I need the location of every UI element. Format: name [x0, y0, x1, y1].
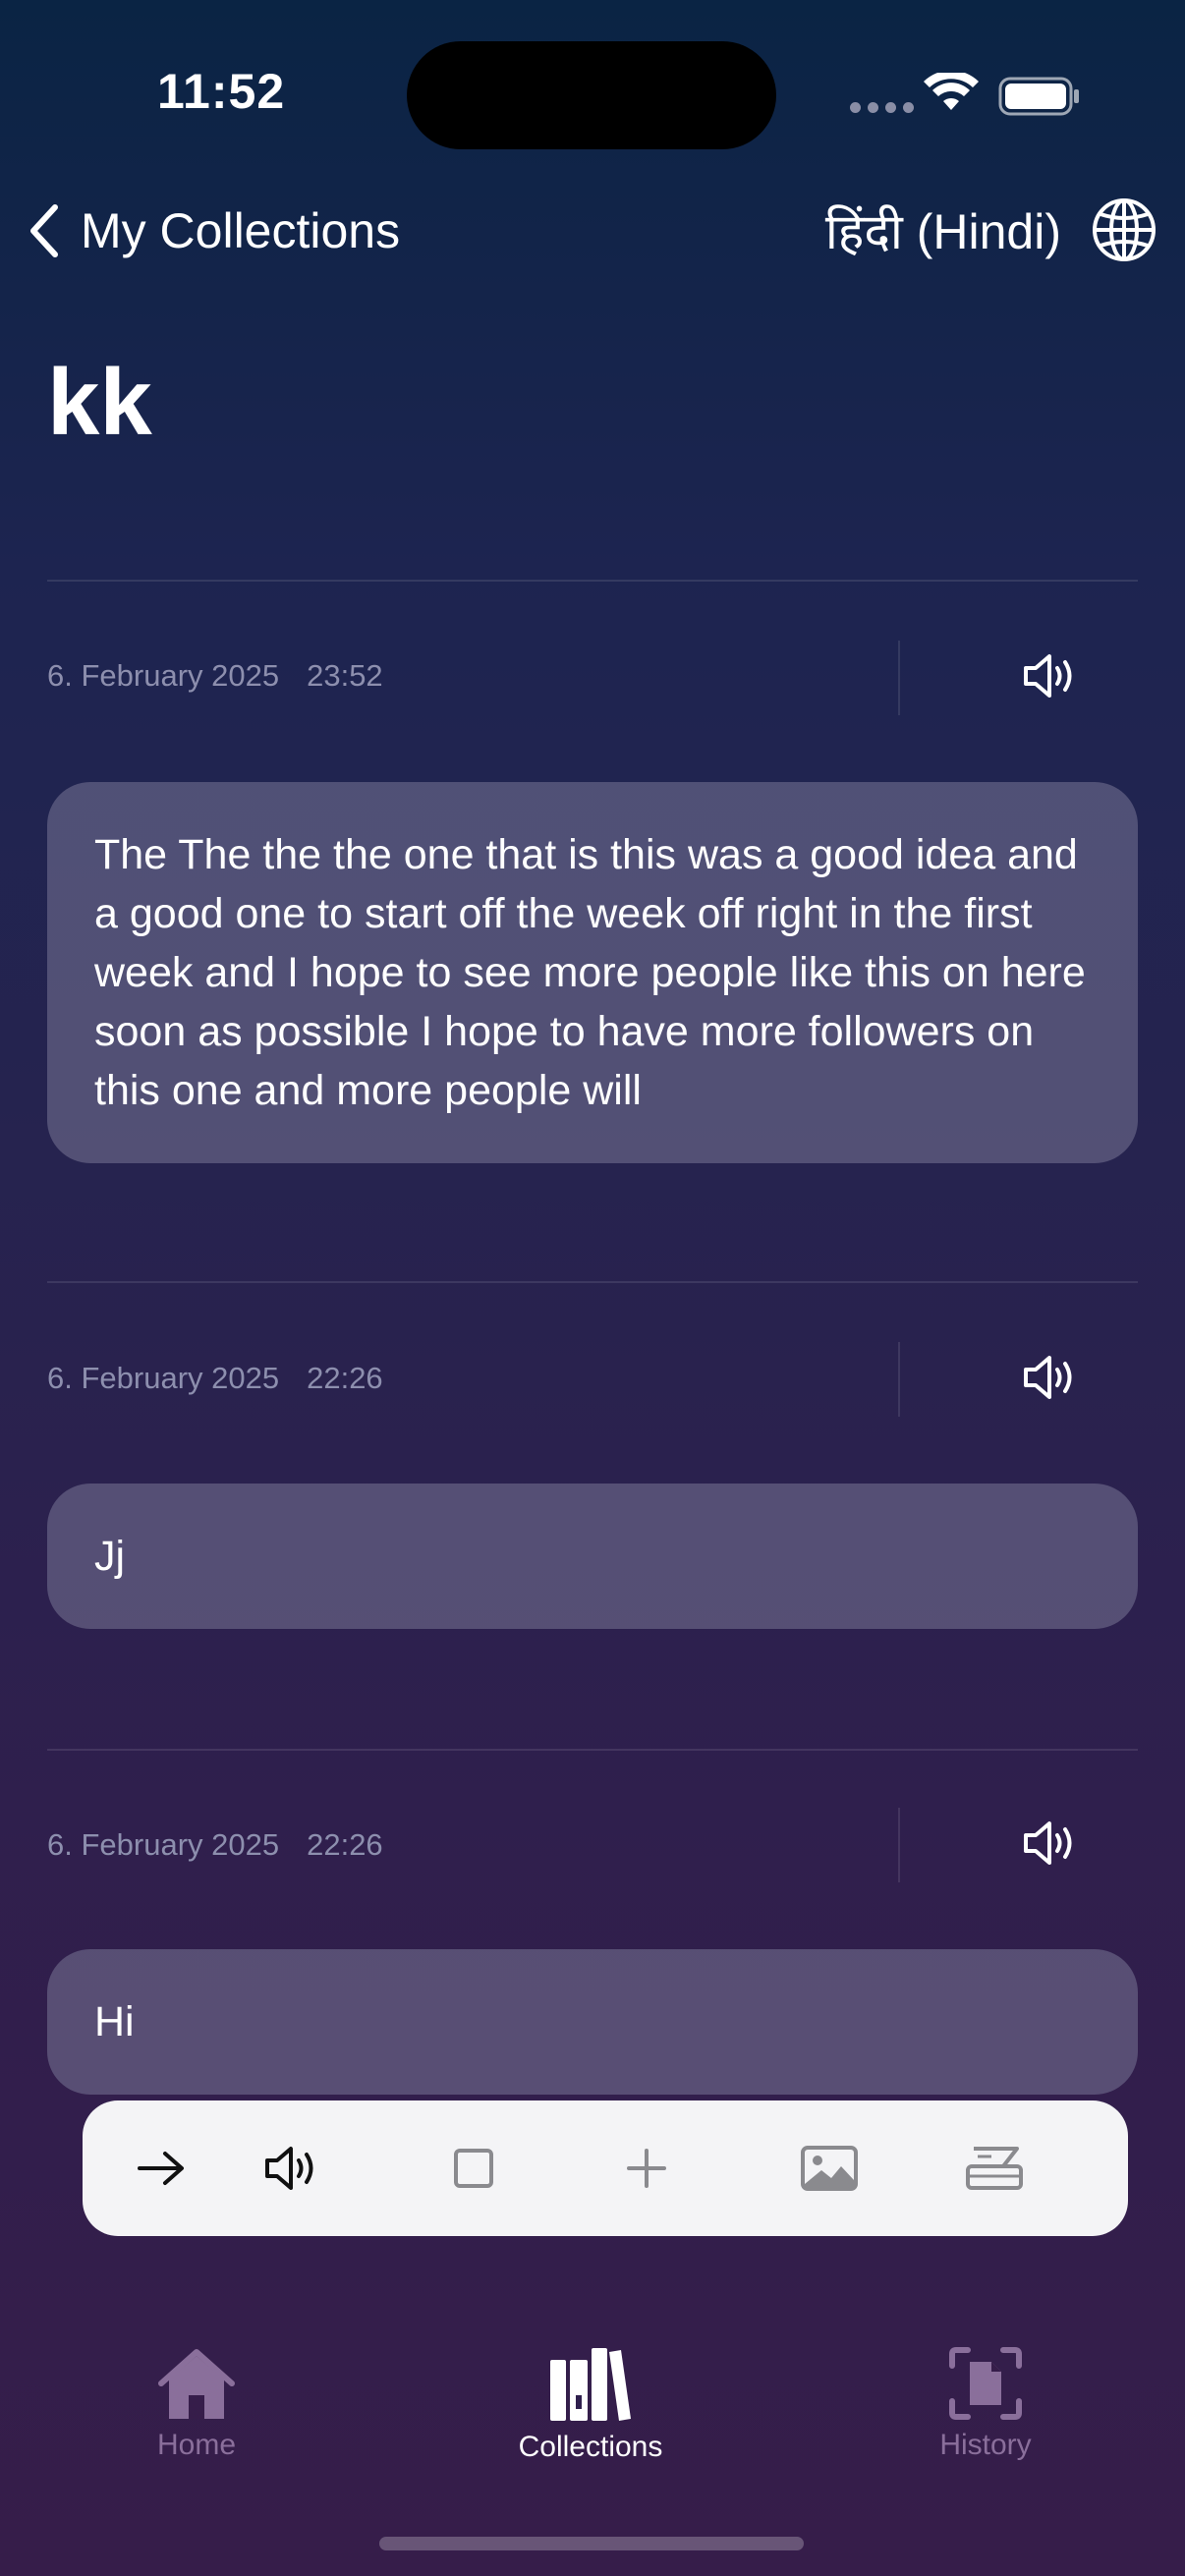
house-icon: [158, 2349, 235, 2419]
entry-meta: 6. February 2025 23:52: [47, 658, 383, 694]
scanner-icon[interactable]: [955, 2100, 1034, 2236]
globe-icon: [1093, 198, 1156, 261]
entry-time: 22:26: [307, 1827, 383, 1862]
tab-home[interactable]: Home: [79, 2346, 314, 2462]
meta-separator: [898, 641, 900, 715]
wifi-icon: [924, 70, 979, 117]
speaker-icon[interactable]: [1022, 1818, 1081, 1874]
entry-time: 23:52: [307, 658, 383, 693]
cellular-signal-icon: [850, 102, 914, 113]
entry-divider: [47, 1281, 1138, 1283]
doc-scan-icon: [949, 2347, 1022, 2420]
entry-divider: [47, 1749, 1138, 1751]
speaker-icon[interactable]: [1022, 1352, 1081, 1408]
tab-collections[interactable]: Collections: [473, 2346, 708, 2464]
language-selector[interactable]: हिंदी (Hindi): [825, 195, 1157, 265]
entry-time: 22:26: [307, 1361, 383, 1395]
tab-history-label: History: [939, 2429, 1032, 2461]
entry-meta: 6. February 2025 22:26: [47, 1827, 383, 1863]
entry-meta: 6. February 2025 22:26: [47, 1361, 383, 1396]
entry-text: Hi: [94, 1998, 135, 2045]
plus-icon[interactable]: [607, 2100, 686, 2236]
speaker-icon[interactable]: [1022, 650, 1081, 706]
tab-collections-label: Collections: [518, 2431, 663, 2463]
entry-date: 6. February 2025: [47, 658, 280, 693]
entry-text-bubble[interactable]: Hi: [47, 1949, 1138, 2095]
chevron-left-icon: [30, 204, 58, 257]
arrow-right-icon[interactable]: [122, 2100, 200, 2236]
dynamic-island: [407, 41, 776, 149]
square-icon[interactable]: [434, 2100, 513, 2236]
books-icon: [550, 2348, 631, 2421]
language-label: हिंदी (Hindi): [824, 204, 1061, 259]
image-icon[interactable]: [790, 2100, 869, 2236]
entry-text-bubble[interactable]: The The the the one that is this was a g…: [47, 782, 1138, 1163]
entry-text: The The the the one that is this was a g…: [94, 831, 1086, 1114]
meta-separator: [898, 1342, 900, 1417]
status-time: 11:52: [157, 64, 286, 119]
back-button[interactable]: My Collections: [24, 196, 400, 265]
home-indicator[interactable]: [379, 2537, 804, 2550]
entry-text-bubble[interactable]: Jj: [47, 1484, 1138, 1629]
action-toolbar: [83, 2100, 1128, 2236]
page-title: kk: [47, 350, 152, 455]
entry-text: Jj: [94, 1533, 126, 1580]
entry-date: 6. February 2025: [47, 1827, 280, 1862]
back-label: My Collections: [81, 203, 401, 258]
tab-home-label: Home: [156, 2429, 237, 2461]
meta-separator: [898, 1808, 900, 1882]
entry-date: 6. February 2025: [47, 1361, 280, 1395]
tab-history[interactable]: History: [868, 2346, 1103, 2462]
entry-divider: [47, 580, 1138, 582]
speaker-icon[interactable]: [254, 2100, 332, 2236]
battery-icon: [998, 77, 1081, 121]
